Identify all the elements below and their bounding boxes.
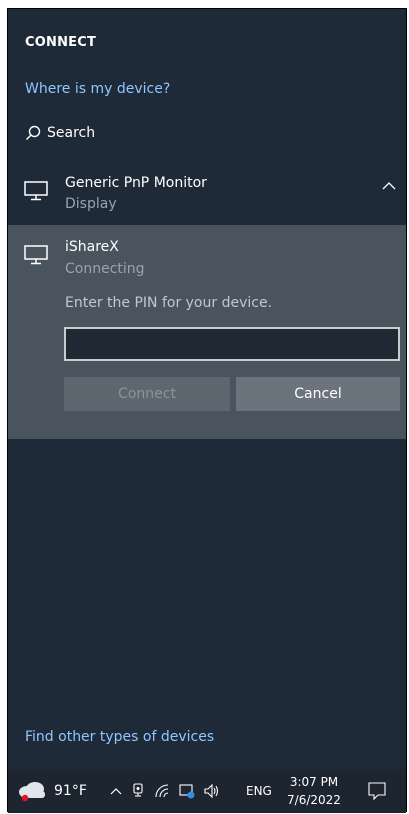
wifi-icon[interactable] <box>154 784 170 798</box>
device-item-isharex: iShareX Connecting Enter the PIN for you… <box>8 225 406 439</box>
where-is-my-device-link[interactable]: Where is my device? <box>25 81 170 97</box>
search-icon <box>25 125 41 141</box>
panel-title: CONNECT <box>25 35 97 50</box>
chevron-up-icon[interactable] <box>382 181 396 191</box>
pin-input[interactable] <box>64 327 400 361</box>
find-other-devices-link[interactable]: Find other types of devices <box>25 729 214 745</box>
weather-widget[interactable]: 91°F <box>18 769 87 813</box>
device-name: iShareX <box>65 239 119 255</box>
taskbar: 91°F ENG 3:07 PM 7/6/2022 <box>8 769 406 813</box>
device-status: Display <box>65 196 117 212</box>
device-item-generic-pnp-monitor[interactable]: Generic PnP Monitor Display <box>8 169 406 219</box>
cancel-button[interactable]: Cancel <box>236 377 400 411</box>
clock-time: 3:07 PM <box>289 775 339 789</box>
device-name: Generic PnP Monitor <box>65 175 207 191</box>
monitor-icon <box>24 181 48 201</box>
connect-panel: CONNECT Where is my device? Search Gener… <box>8 9 406 769</box>
clock[interactable]: 3:07 PM 7/6/2022 <box>284 769 344 813</box>
connect-flyout: CONNECT Where is my device? Search Gener… <box>7 8 407 813</box>
cloud-icon <box>18 780 48 802</box>
monitor-icon <box>24 245 48 265</box>
language-indicator[interactable]: ENG <box>246 769 272 813</box>
notification-icon <box>368 782 386 800</box>
connect-button[interactable]: Connect <box>64 377 230 411</box>
clock-date: 7/6/2022 <box>287 793 341 807</box>
meet-now-icon[interactable] <box>131 783 145 799</box>
notification-button[interactable] <box>368 769 386 813</box>
chevron-up-icon[interactable] <box>110 786 122 796</box>
search-button[interactable]: Search <box>25 125 95 141</box>
pen-icon[interactable] <box>179 783 195 799</box>
device-status: Connecting <box>65 261 145 277</box>
temperature: 91°F <box>54 783 87 799</box>
search-label: Search <box>47 125 96 141</box>
system-tray <box>110 769 220 813</box>
pin-prompt: Enter the PIN for your device. <box>65 295 273 311</box>
volume-icon[interactable] <box>204 784 220 798</box>
